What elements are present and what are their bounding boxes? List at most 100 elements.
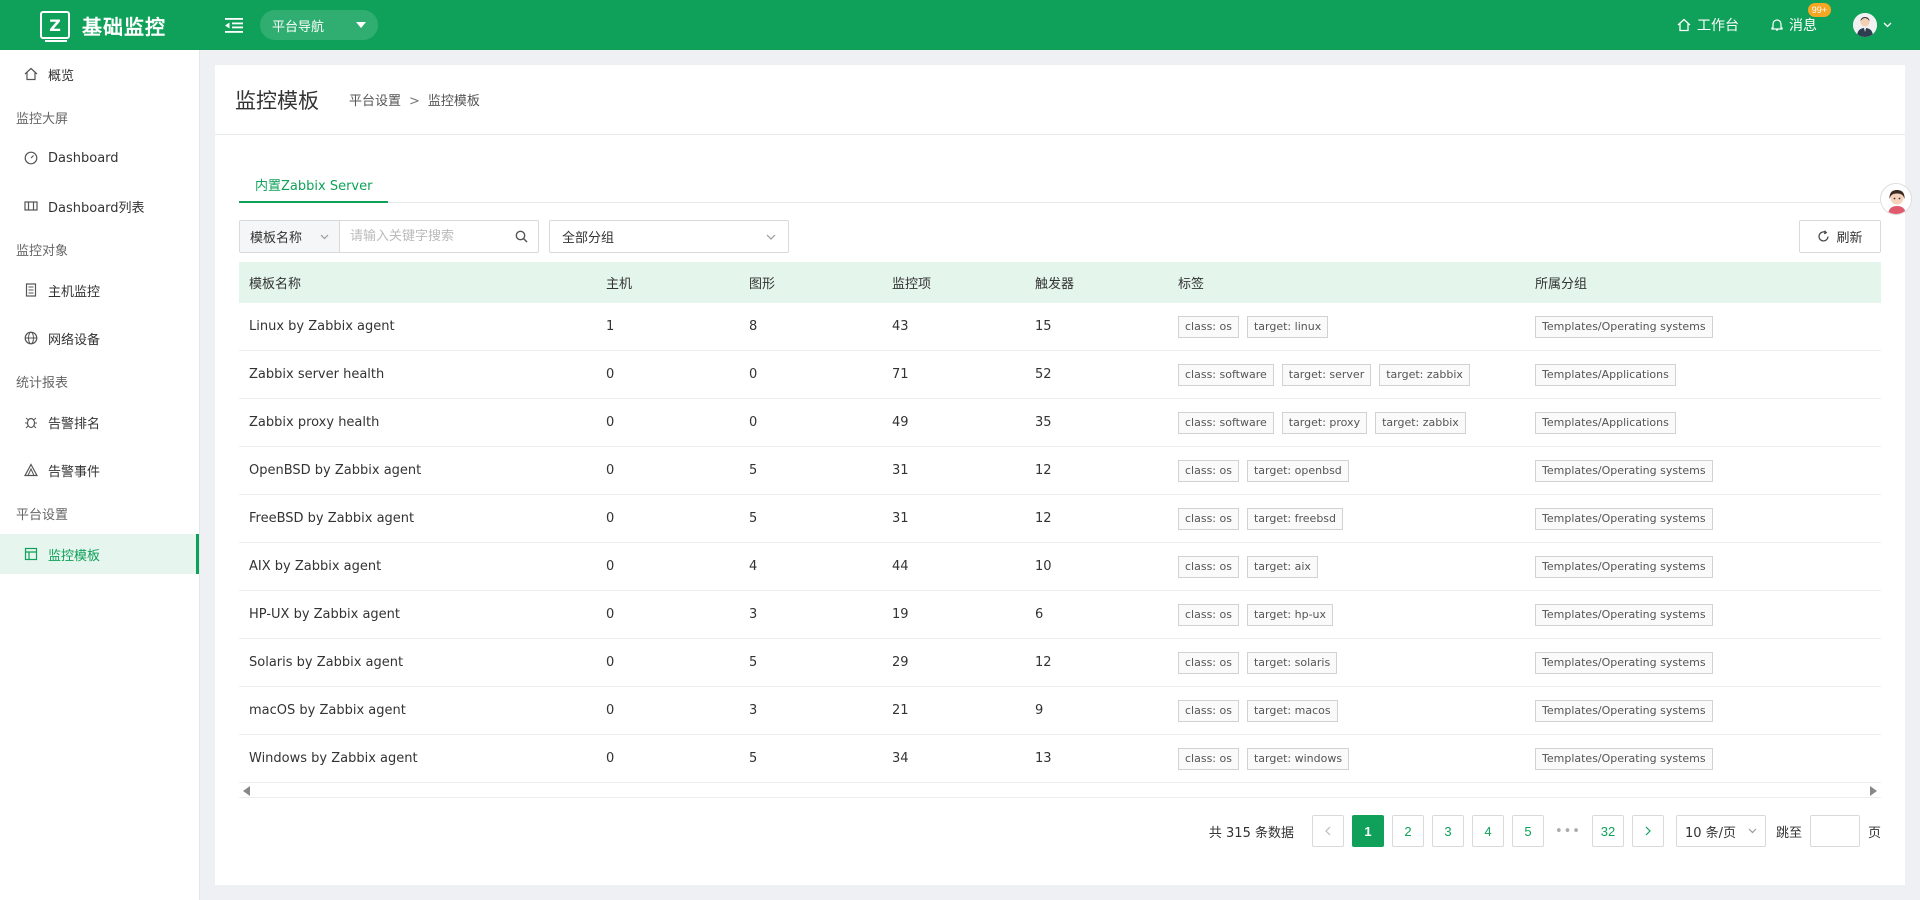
refresh-icon [1818, 230, 1830, 242]
table-row[interactable]: HP-UX by Zabbix agent 0 3 19 6 class: os targe… [239, 591, 1881, 639]
menu-collapse-icon[interactable] [224, 15, 244, 35]
cell-items: 29 [892, 655, 909, 670]
table-row[interactable]: FreeBSD by Zabbix agent 0 5 31 12 class: os ta… [239, 495, 1881, 543]
workbench-link[interactable]: 工作台 [1677, 15, 1739, 35]
avatar [1853, 13, 1877, 37]
app-logo[interactable]: Z 基础监控 [0, 0, 200, 50]
tag-chip: class: software [1178, 411, 1274, 434]
cell-name: FreeBSD by Zabbix agent [249, 511, 415, 526]
table-row[interactable]: macOS by Zabbix agent 0 3 21 9 class: os targe… [239, 687, 1881, 735]
sidebar-item-host-monitor[interactable]: 主机监控 [0, 270, 199, 310]
cell-triggers: 12 [1035, 655, 1052, 670]
cell-group: Templates/Applications [1525, 363, 1881, 386]
dashboard-list-icon [24, 201, 38, 211]
page-button-3[interactable]: 3 [1431, 815, 1464, 847]
cell-group: Templates/Operating systems [1525, 315, 1881, 338]
page-button-1[interactable]: 1 [1351, 815, 1384, 847]
cell-hosts: 0 [606, 367, 615, 382]
platform-nav-select[interactable]: 平台导航 [260, 10, 378, 40]
workbench-label: 工作台 [1697, 18, 1739, 34]
tab-zabbix-server[interactable]: 内置Zabbix Server [239, 167, 389, 203]
tag-chip: class: os [1178, 651, 1239, 674]
warning-icon [24, 463, 38, 477]
cell-group: Templates/Operating systems [1525, 459, 1881, 482]
sidebar-item-alert-event[interactable]: 告警事件 [0, 450, 199, 490]
sidebar-item-label: Dashboard列表 [48, 200, 145, 216]
scroll-right-icon[interactable] [1870, 785, 1877, 796]
cell-triggers: 10 [1035, 559, 1052, 574]
table-row[interactable]: Windows by Zabbix agent 0 5 34 13 class: os ta… [239, 735, 1881, 783]
group-chip: Templates/Operating systems [1535, 315, 1713, 338]
sidebar-group-reports: 统计报表 [16, 375, 69, 391]
table-row[interactable]: Linux by Zabbix agent 1 8 43 15 class: os targ… [239, 303, 1881, 351]
sidebar-item-label: 概览 [48, 68, 75, 84]
cell-name: Solaris by Zabbix agent [249, 655, 404, 670]
user-avatar-menu[interactable] [1853, 13, 1892, 37]
page-button-2[interactable]: 2 [1391, 815, 1424, 847]
cell-group: Templates/Operating systems [1525, 747, 1881, 770]
jump-unit: 页 [1867, 825, 1881, 841]
refresh-button[interactable]: 刷新 [1799, 220, 1881, 253]
page-size-select[interactable]: 10 条/页 [1675, 815, 1766, 847]
logo-icon: Z [40, 11, 70, 42]
cell-group: Templates/Operating systems [1525, 651, 1881, 674]
assistant-icon [1881, 184, 1911, 214]
cell-items: 44 [892, 559, 909, 574]
cell-tags: class: os target: windows [1168, 747, 1525, 770]
table-row[interactable]: Solaris by Zabbix agent 0 5 29 12 class: os ta… [239, 639, 1881, 687]
page-button-4[interactable]: 4 [1471, 815, 1504, 847]
page-button-last[interactable]: 32 [1591, 815, 1624, 847]
cell-triggers: 12 [1035, 511, 1052, 526]
table-row[interactable]: Zabbix proxy health 0 0 49 35 class: software… [239, 399, 1881, 447]
cell-group: Templates/Operating systems [1525, 699, 1881, 722]
prev-page-button[interactable] [1311, 815, 1344, 847]
pagination-ellipsis[interactable]: ••• [1552, 824, 1584, 839]
jump-page-input[interactable] [1809, 815, 1860, 847]
cell-graphs: 5 [749, 655, 758, 670]
search-icon [515, 230, 528, 243]
scroll-left-icon[interactable] [243, 785, 250, 796]
chevron-down-icon [766, 234, 776, 240]
tag-chip: class: os [1178, 315, 1239, 338]
messages-badge: 99+ [1807, 3, 1831, 17]
chevron-down-icon [1883, 22, 1892, 28]
group-chip: Templates/Operating systems [1535, 747, 1713, 770]
search-input[interactable] [350, 229, 500, 244]
group-select-value: 全部分组 [562, 231, 615, 246]
table-row[interactable]: OpenBSD by Zabbix agent 0 5 31 12 class: os ta… [239, 447, 1881, 495]
assistant-avatar-button[interactable] [1880, 183, 1912, 215]
breadcrumb-item-settings[interactable]: 平台设置 [349, 94, 401, 109]
sidebar-item-network-device[interactable]: 网络设备 [0, 318, 199, 358]
sidebar-group-screen: 监控大屏 [16, 111, 69, 127]
group-select[interactable]: 全部分组 [549, 220, 789, 253]
breadcrumb-separator: > [409, 94, 420, 109]
messages-label: 消息 [1789, 18, 1817, 34]
messages-link[interactable]: 消息 99+ [1771, 3, 1831, 35]
next-page-button[interactable] [1631, 815, 1664, 847]
platform-nav-label: 平台导航 [272, 19, 325, 35]
group-chip: Templates/Operating systems [1535, 555, 1713, 578]
page-button-5[interactable]: 5 [1511, 815, 1544, 847]
search-field-select[interactable]: 模板名称 [240, 221, 340, 252]
cell-hosts: 1 [606, 319, 615, 334]
home-icon [1677, 18, 1691, 32]
sidebar-item-alert-rank[interactable]: 告警排名 [0, 402, 199, 442]
cell-hosts: 0 [606, 559, 615, 574]
cell-tags: class: os target: solaris [1168, 651, 1525, 674]
sidebar-item-templates[interactable]: 监控模板 [0, 534, 199, 574]
tag-chip: target: zabbix [1375, 411, 1466, 434]
sidebar-item-dashboard-list[interactable]: Dashboard列表 [0, 186, 199, 226]
horizontal-scrollbar[interactable] [239, 784, 1881, 798]
column-header-tags: 标签 [1178, 277, 1205, 292]
sidebar-item-dashboard[interactable]: Dashboard [0, 138, 199, 178]
sidebar-item-overview[interactable]: 概览 [0, 54, 199, 94]
filter-bar: 模板名称 全部分组 [239, 220, 789, 253]
chevron-down-icon [1748, 828, 1757, 834]
sidebar-item-label: Dashboard [48, 150, 119, 166]
cell-name: Windows by Zabbix agent [249, 751, 418, 766]
tag-chip: target: openbsd [1246, 459, 1349, 482]
home-icon [24, 67, 38, 81]
table-row[interactable]: AIX by Zabbix agent 0 4 44 10 class: os target… [239, 543, 1881, 591]
tag-chip: class: os [1178, 603, 1239, 626]
table-row[interactable]: Zabbix server health 0 0 71 52 class: softwar… [239, 351, 1881, 399]
